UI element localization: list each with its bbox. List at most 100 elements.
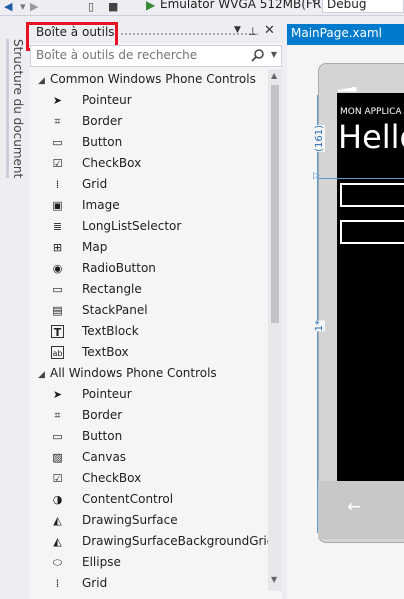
emulator-dropdown-icon[interactable]: ▾ (312, 0, 317, 7)
document-outline-tab[interactable]: Structure du document (6, 39, 25, 179)
toolbox-item-label: StackPanel (82, 303, 148, 317)
grid-ruler-vertical (317, 95, 318, 533)
main-toolbar: ◀ ▾ ▶ ▯ ■ ▶ Emulator WVGA 512MB(FR) ▾ De… (0, 0, 404, 16)
toolbox-item-label: DrawingSurfaceBackgroundGrid (82, 534, 268, 548)
xaml-designer[interactable]: ▂▃▄▅ MON APPLICA Hello ← ▷ (161) 1* (287, 45, 404, 599)
toolbox-item[interactable]: ▤ StackPanel (30, 300, 268, 321)
save-icon[interactable]: ■ (108, 0, 118, 14)
toolbox-item[interactable]: ▭ Button (30, 426, 268, 447)
phone-screen[interactable] (337, 93, 404, 529)
page-title[interactable]: Hello (338, 118, 404, 156)
side-tab-strip: Structure du document (0, 17, 30, 599)
toolbox-header: Boîte à outils ▼ ⊥ ✕ (26, 22, 282, 51)
toolbox-item[interactable]: ⁞ Grid (30, 174, 268, 195)
new-file-icon[interactable]: ▯ (88, 0, 94, 14)
collapse-icon[interactable]: ◢ (38, 71, 50, 92)
back-arrow-icon: ← (347, 497, 362, 517)
toolbox-item[interactable]: ⌗ Border (30, 405, 268, 426)
toolbox-item-label: Pointeur (82, 93, 132, 107)
toolbox-item[interactable]: ➤ Pointeur (30, 90, 268, 111)
toolbox-section-header[interactable]: ◢ Common Windows Phone Controls (30, 69, 268, 90)
toolbox-item[interactable]: ⁞ Grid (30, 573, 268, 594)
map-icon: ⊞ (52, 241, 63, 254)
section-label: All Windows Phone Controls (50, 366, 217, 380)
toolbox-item[interactable]: ⌗ Border (30, 111, 268, 132)
toolbox-item[interactable]: ◭ DrawingSurfaceBackgroundGrid (30, 531, 268, 552)
border-icon: ⌗ (54, 115, 61, 128)
toolbox-item[interactable]: ≣ LongListSelector (30, 216, 268, 237)
textbox-1[interactable] (340, 183, 404, 207)
toolbox-item-label: TextBox (82, 345, 129, 359)
textbox-2[interactable] (340, 220, 404, 244)
forward-icon[interactable]: ▶ (30, 0, 38, 14)
radio-icon: ◉ (52, 262, 63, 275)
toolbox-item[interactable]: ☑ CheckBox (30, 468, 268, 489)
toolbox-item[interactable]: ◑ ContentControl (30, 489, 268, 510)
toolbox-item[interactable]: ab TextBox (30, 342, 268, 363)
collapse-icon[interactable]: ◢ (38, 365, 50, 386)
toolbox-item[interactable]: ⊞ Map (30, 237, 268, 258)
toolbox-list: ◢ Common Windows Phone Controls ➤ Pointeur ⌗… (30, 69, 268, 599)
toolbox-item-label: Button (82, 135, 123, 149)
toolbox-item-label: Border (82, 408, 123, 422)
toolbox-search: ▼ (30, 45, 282, 67)
search-icon[interactable] (251, 48, 265, 62)
toolbox-item[interactable]: ◉ RadioButton (30, 258, 268, 279)
checkbox-icon: ☑ (52, 157, 63, 170)
scroll-down-icon[interactable]: ▼ (271, 575, 277, 584)
tab-mainpage[interactable]: MainPage.xaml (287, 24, 404, 43)
rectangle-icon: ▭ (52, 283, 63, 296)
toolbox-panel: Boîte à outils ▼ ⊥ ✕ ▼ ◢Common Windows P… (26, 22, 282, 599)
toolbox-item[interactable]: T TextBlock (30, 321, 268, 342)
toolbox-item[interactable]: ⬭ Ellipse (30, 552, 268, 573)
run-icon[interactable]: ▶ (146, 0, 155, 12)
list-selector-icon: ≣ (52, 220, 63, 233)
dropdown-icon[interactable]: ▾ (20, 0, 26, 14)
toolbox-item[interactable]: ▭ Rectangle (30, 279, 268, 300)
toolbox-item-label: CheckBox (82, 156, 142, 170)
row-marker-icon[interactable]: ▷ (313, 171, 320, 181)
search-input[interactable] (36, 48, 246, 62)
toolbox-item[interactable]: ▭ Button (30, 132, 268, 153)
config-dropdown[interactable]: Debug (322, 0, 404, 13)
toolbox-item-label: ContentControl (82, 492, 174, 506)
back-icon[interactable]: ◀ (4, 0, 12, 14)
image-icon: ▣ (52, 199, 63, 212)
scroll-up-icon[interactable]: ▲ (271, 71, 277, 80)
toolbox-item-label: Border (82, 114, 123, 128)
toolbox-item[interactable]: ◭ DrawingSurface (30, 510, 268, 531)
toolbox-section-header[interactable]: ◢ All Windows Phone Controls (30, 363, 268, 384)
grid-ruler-horizontal (317, 178, 404, 179)
scroll-thumb[interactable] (271, 85, 279, 323)
toolbox-item-label: Map (82, 240, 108, 254)
toolbox-item-label: Rectangle (82, 282, 142, 296)
pointer-icon: ➤ (52, 94, 63, 107)
ellipse-icon: ⬭ (52, 556, 63, 569)
drawing-surface-bg-icon: ◭ (53, 535, 62, 548)
toolbox-item-label: Grid (82, 576, 108, 590)
row-star-label[interactable]: 1* (314, 320, 325, 332)
border-icon: ⌗ (54, 409, 61, 422)
pin-icon[interactable]: ⊥ (248, 25, 258, 38)
toolbox-scrollbar[interactable]: ▲ ▼ (268, 69, 282, 591)
signal-icon: ▂▃▄▅ (338, 85, 357, 92)
search-options-icon[interactable]: ▼ (271, 50, 277, 59)
app-title[interactable]: MON APPLICA (340, 107, 402, 117)
toolbox-item[interactable]: ➤ Pointeur (30, 384, 268, 405)
panel-menu-icon[interactable]: ▼ (234, 25, 241, 35)
canvas-icon: ▨ (52, 451, 63, 464)
toolbox-item-label: CheckBox (82, 471, 142, 485)
close-icon[interactable]: ✕ (264, 23, 275, 38)
checkbox-icon: ☑ (52, 472, 63, 485)
toolbox-item[interactable]: ▨ Canvas (30, 447, 268, 468)
toolbox-item[interactable]: ▣ Image (30, 195, 268, 216)
grid-icon: ⁞ (55, 577, 60, 590)
emulator-target-label[interactable]: Emulator WVGA 512MB(FR) (160, 0, 326, 11)
toolbox-item[interactable]: ☑ CheckBox (30, 153, 268, 174)
textblock-icon: T (51, 325, 64, 339)
toolbox-item-label: LongListSelector (82, 219, 182, 233)
row-height-label[interactable]: (161) (314, 125, 325, 152)
section-label: Common Windows Phone Controls (50, 72, 256, 86)
toolbox-item-label: Image (82, 198, 120, 212)
toolbox-item-label: Canvas (82, 450, 127, 464)
